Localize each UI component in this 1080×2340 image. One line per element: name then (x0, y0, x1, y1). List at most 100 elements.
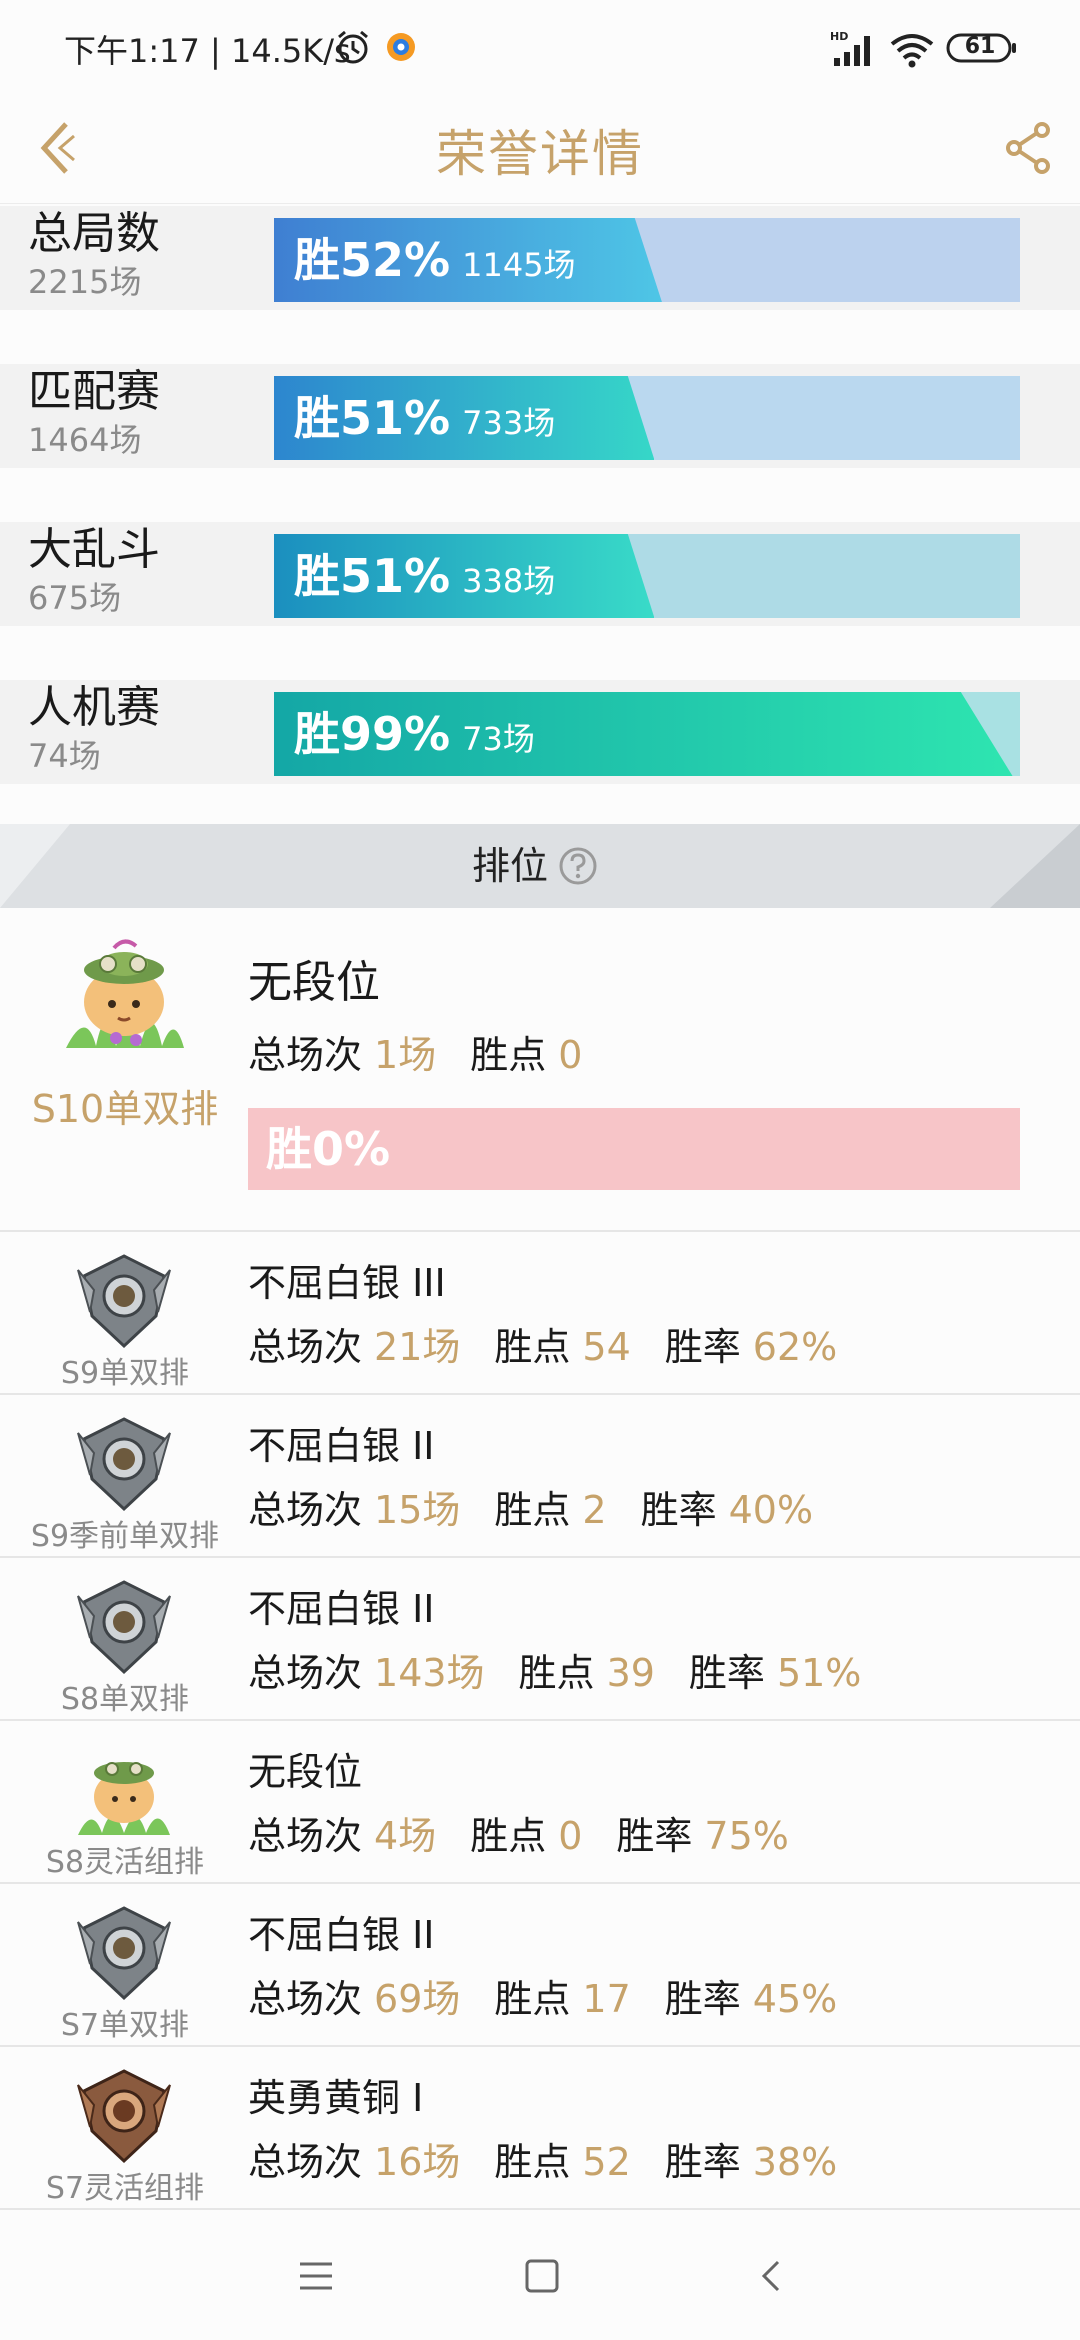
mode-row-normal: 匹配赛 1464场 胜51% 733场 (0, 364, 1080, 468)
points-label: 胜点 (494, 1325, 571, 1369)
season-history-row[interactable]: S9季前单双排 不屈白银 II 总场次 15场 胜点 2 胜率 40% (0, 1395, 1080, 1558)
rank-name: 英勇黄铜 I (248, 2076, 424, 2120)
season-label: S8灵活组排 (45, 1845, 205, 1880)
winrate-bar: 胜52% 1145场 (274, 218, 1020, 302)
top-header: 荣誉详情 (0, 92, 1080, 204)
app-root: 下午1:17 | 14.5K/s HD 61 荣誉详情 总局数 2215场 胜5… (0, 0, 1080, 2340)
silver-rank-badge-icon (77, 1417, 171, 1512)
win-percent: 胜52% (294, 233, 451, 287)
win-percent: 胜51% (294, 391, 451, 445)
winrate-value: 75% (704, 1814, 789, 1858)
win-percent: 胜51% (294, 549, 451, 603)
points-label: 胜点 (518, 1651, 595, 1695)
season-history-row[interactable]: S8单双排 不屈白银 II 总场次 143场 胜点 39 胜率 51% (0, 1558, 1080, 1721)
points-value: 17 (582, 1977, 631, 2021)
winrate-label: 胜99% 73场 (294, 692, 535, 776)
win-games: 733场 (462, 404, 556, 442)
winrate-bar: 胜0% (248, 1108, 1020, 1190)
points-label: 胜点 (494, 1977, 571, 2021)
winrate-value: 40% (728, 1488, 814, 1532)
app-notification-icon (387, 33, 415, 61)
menu-icon[interactable] (296, 2256, 336, 2296)
winrate-bar: 胜51% 733场 (274, 376, 1020, 460)
win-percent: 胜0% (266, 1122, 391, 1176)
winrate-label: 胜51% 733场 (294, 376, 555, 460)
games-label: 总场次 (248, 1033, 363, 1077)
games-value: 21场 (374, 1325, 461, 1369)
mode-name: 人机赛 (28, 682, 160, 733)
rank-stats: 总场次 1场 胜点 0 (248, 1024, 582, 1079)
system-nav-bar (0, 2214, 1080, 2340)
mode-name: 总局数 (28, 208, 160, 259)
rank-name: 不屈白银 II (248, 1913, 435, 1957)
points-value: 0 (558, 1814, 583, 1858)
rank-name: 不屈白银 II (248, 1587, 435, 1631)
winrate-label: 胜率 (640, 1488, 717, 1532)
status-time: 下午1:17 | 14.5K/s (64, 32, 351, 70)
points-label: 胜点 (470, 1033, 547, 1077)
season-history-row[interactable]: S8灵活组排 无段位 总场次 4场 胜点 0 胜率 75% (0, 1721, 1080, 1884)
season-history-row[interactable]: S7单双排 不屈白银 II 总场次 69场 胜点 17 胜率 45% (0, 1884, 1080, 2047)
alarm-clock-icon (338, 30, 368, 64)
points-value: 0 (558, 1033, 583, 1077)
battery-level: 61 (964, 34, 996, 59)
season-label: S9单双排 (60, 1356, 190, 1391)
share-icon[interactable] (1004, 120, 1052, 176)
status-bar: 下午1:17 | 14.5K/s HD 61 (0, 0, 1080, 92)
winrate-label: 胜52% 1145场 (294, 218, 576, 302)
mode-count: 74场 (28, 737, 101, 775)
points-value: 39 (606, 1651, 655, 1695)
current-season-card[interactable]: S10单双排 无段位 总场次 1场 胜点 0 胜0% (0, 908, 1080, 1232)
points-label: 胜点 (494, 2140, 571, 2184)
back-icon[interactable] (752, 2256, 792, 2296)
winrate-label: 胜率 (664, 1325, 741, 1369)
teemo-avatar-icon (78, 1762, 170, 1835)
winrate-value: 51% (776, 1651, 862, 1695)
points-label: 胜点 (494, 1488, 571, 1532)
rank-stats: 总场次 143场 胜点 39 胜率 51% (248, 1642, 861, 1697)
season-label: S8单双排 (60, 1682, 190, 1717)
mode-row-total: 总局数 2215场 胜52% 1145场 (0, 206, 1080, 310)
teemo-avatar-icon (66, 939, 184, 1048)
winrate-label: 胜率 (688, 1651, 765, 1695)
question-icon[interactable] (558, 846, 598, 886)
winrate-value: 45% (752, 1977, 838, 2021)
winrate-value: 62% (752, 1325, 838, 1369)
ranked-section-header: 排位 (0, 824, 1080, 908)
mode-count: 1464场 (28, 421, 142, 459)
games-value: 4场 (374, 1814, 437, 1858)
ranked-title: 排位 (471, 844, 548, 888)
winrate-bar: 胜99% 73场 (274, 692, 1020, 776)
rank-name: 不屈白银 II (248, 1424, 435, 1468)
games-label: 总场次 (248, 1488, 363, 1532)
signal-icon: HD (830, 30, 870, 66)
season-label: S7单双排 (60, 2008, 190, 2043)
games-value: 15场 (374, 1488, 461, 1532)
rank-stats: 总场次 16场 胜点 52 胜率 38% (248, 2131, 837, 2186)
page-title: 荣誉详情 (436, 125, 644, 183)
points-value: 52 (582, 2140, 631, 2184)
mode-row-bots: 人机赛 74场 胜99% 73场 (0, 680, 1080, 784)
winrate-label: 胜率 (616, 1814, 693, 1858)
season-label: S10单双排 (31, 1087, 219, 1131)
games-value: 143场 (374, 1651, 485, 1695)
mode-count: 675场 (28, 579, 122, 617)
season-history-row[interactable]: S7灵活组排 英勇黄铜 I 总场次 16场 胜点 52 胜率 38% (0, 2047, 1080, 2210)
winrate-label: 胜率 (664, 1977, 741, 2021)
points-label: 胜点 (470, 1814, 547, 1858)
svg-text:HD: HD (830, 30, 848, 43)
rank-stats: 总场次 69场 胜点 17 胜率 45% (248, 1968, 837, 2023)
games-label: 总场次 (248, 1325, 363, 1369)
games-value: 1场 (374, 1033, 437, 1077)
mode-name: 大乱斗 (28, 524, 160, 575)
rank-stats: 总场次 15场 胜点 2 胜率 40% (248, 1479, 813, 1534)
home-square-icon[interactable] (522, 2256, 562, 2296)
win-games: 338场 (462, 562, 556, 600)
winrate-bar: 胜51% 338场 (274, 534, 1020, 618)
silver-rank-badge-icon (77, 1906, 171, 2001)
season-history-row[interactable]: S9单双排 不屈白银 III 总场次 21场 胜点 54 胜率 62% (0, 1232, 1080, 1395)
win-percent: 胜99% (294, 707, 451, 761)
points-value: 54 (582, 1325, 631, 1369)
season-label: S7灵活组排 (45, 2171, 205, 2206)
rank-name: 无段位 (248, 1750, 363, 1794)
